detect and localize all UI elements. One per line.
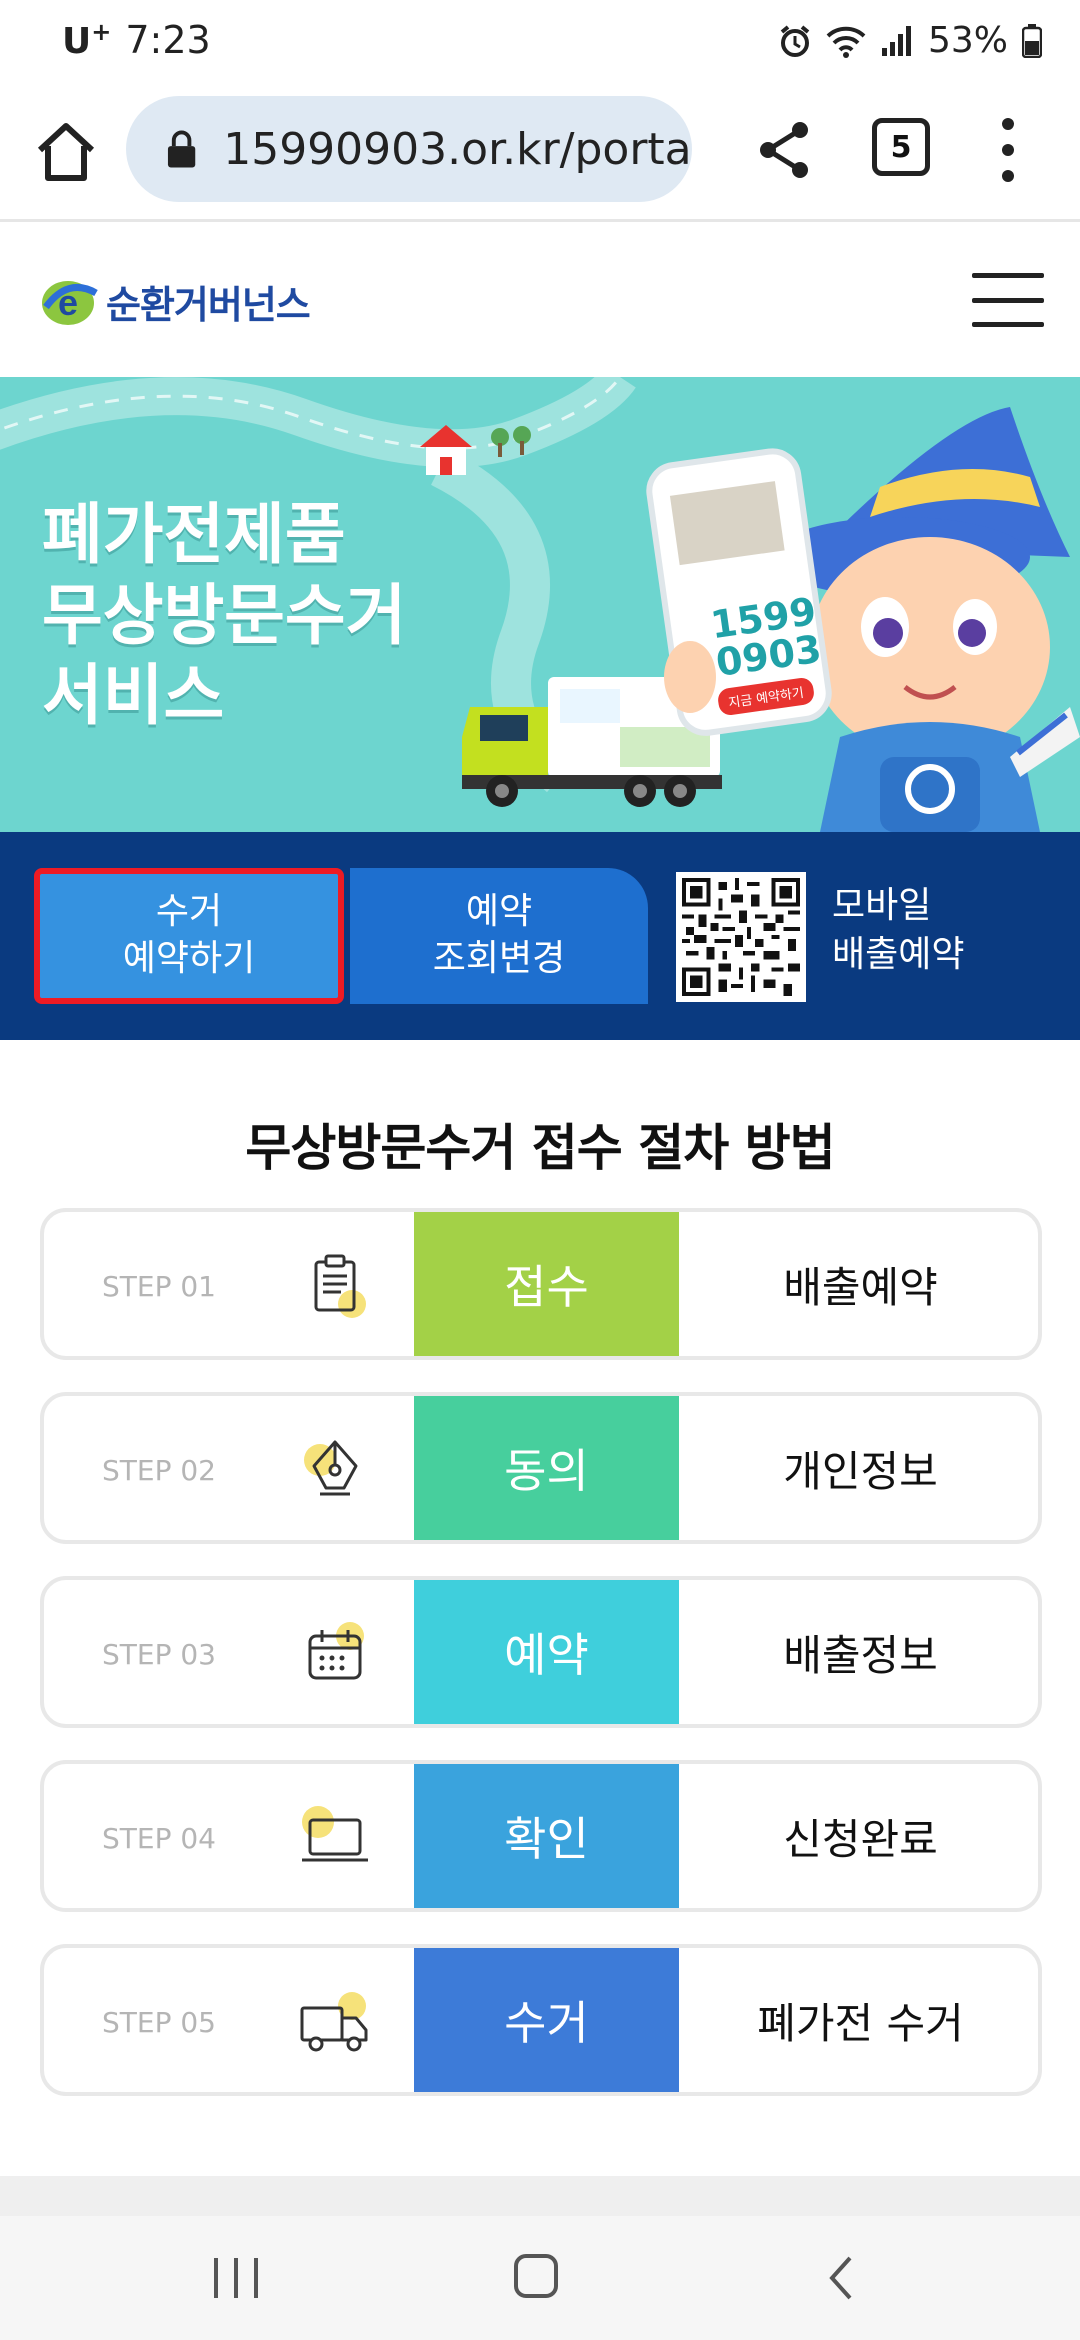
- laptop-icon: [302, 1806, 368, 1862]
- site-logo[interactable]: e 순환거버넌스: [38, 273, 311, 329]
- step-row-2: STEP 02 동의 개인정보: [40, 1392, 1042, 1544]
- wifi-icon: [826, 26, 866, 58]
- hero-banner[interactable]: 폐가전제품 무상방문수거 서비스 1599 0903 지금 예약하기: [0, 377, 1080, 832]
- step-description: 배출정보: [783, 1630, 938, 1680]
- action-bar: 수거 예약하기 예약 조회변경 모바일 배출예약: [0, 832, 1080, 1040]
- battery-icon: [1022, 23, 1042, 58]
- clipboard-icon: [314, 1254, 366, 1318]
- more-menu-icon[interactable]: [996, 118, 1020, 182]
- clock: 7:23: [125, 18, 211, 62]
- logo-text: 순환거버넌스: [106, 282, 311, 327]
- truck-icon: [300, 1992, 368, 2052]
- steps-title: 무상방문수거 접수 절차 방법: [245, 1119, 835, 1177]
- logo-e-icon: e: [42, 281, 98, 325]
- step-row-3: STEP 03 예약 배출정보: [40, 1576, 1042, 1728]
- step-row-4: STEP 04 확인 신청완료: [40, 1760, 1042, 1912]
- step-verb: 접수: [414, 1212, 679, 1356]
- signal-icon: [881, 25, 911, 56]
- step-number: STEP 01: [102, 1270, 216, 1303]
- home-nav-icon[interactable]: [514, 2254, 558, 2298]
- qr-code-icon[interactable]: [676, 872, 806, 1002]
- url-text: 15990903.or.kr/portal: [223, 123, 692, 175]
- browser-toolbar: 15990903.or.kr/portal 5: [0, 90, 1080, 222]
- pen-nib-icon: [304, 1440, 358, 1496]
- address-bar[interactable]: 15990903.or.kr/portal: [126, 96, 692, 202]
- step-verb: 예약: [414, 1580, 679, 1724]
- lock-icon: [167, 130, 196, 168]
- hamburger-menu-icon[interactable]: [972, 273, 1044, 327]
- step-verb: 수거: [414, 1948, 679, 2092]
- alarm-icon: [780, 24, 810, 57]
- share-icon[interactable]: [756, 120, 812, 180]
- step-description: 개인정보: [783, 1446, 938, 1496]
- battery-percent: 53%: [927, 20, 1008, 61]
- footer-divider: [0, 2176, 1080, 2216]
- step-row-5: STEP 05 수거 폐가전 수거: [40, 1944, 1042, 2096]
- status-left: U+ 7:23: [62, 18, 211, 62]
- banner-title: 폐가전제품 무상방문수거 서비스: [42, 496, 407, 735]
- home-icon[interactable]: [34, 120, 98, 184]
- banner-phone-number: 1599 0903: [707, 589, 825, 685]
- carrier-label: U+: [62, 18, 112, 62]
- step-description: 신청완료: [783, 1814, 938, 1864]
- tab-count: 5: [890, 129, 912, 165]
- step-description: 폐가전 수거: [757, 1998, 964, 2048]
- step-number: STEP 02: [102, 1454, 216, 1487]
- step-row-1: STEP 01 접수 배출예약: [40, 1208, 1042, 1360]
- step-number: STEP 04: [102, 1822, 216, 1855]
- step-description: 배출예약: [783, 1262, 938, 1312]
- site-header: e 순환거버넌스: [0, 225, 1080, 377]
- step-verb: 확인: [414, 1764, 679, 1908]
- reservation-lookup-button[interactable]: 예약 조회변경: [350, 868, 648, 1004]
- status-right: 53%: [778, 20, 1042, 61]
- collection-reserve-button[interactable]: 수거 예약하기: [34, 868, 344, 1004]
- step-number: STEP 05: [102, 2006, 216, 2039]
- status-bar: U+ 7:23 53%: [0, 0, 1080, 90]
- step-number: STEP 03: [102, 1638, 216, 1671]
- back-icon[interactable]: [826, 2254, 856, 2302]
- calendar-icon: [308, 1622, 364, 1680]
- tab-switcher-button[interactable]: 5: [872, 118, 930, 176]
- system-nav-bar: [0, 2216, 1080, 2340]
- step-verb: 동의: [414, 1396, 679, 1540]
- mobile-reserve-label[interactable]: 모바일 배출예약: [832, 882, 964, 979]
- svg-text:e: e: [58, 282, 78, 323]
- recents-icon[interactable]: [214, 2258, 258, 2298]
